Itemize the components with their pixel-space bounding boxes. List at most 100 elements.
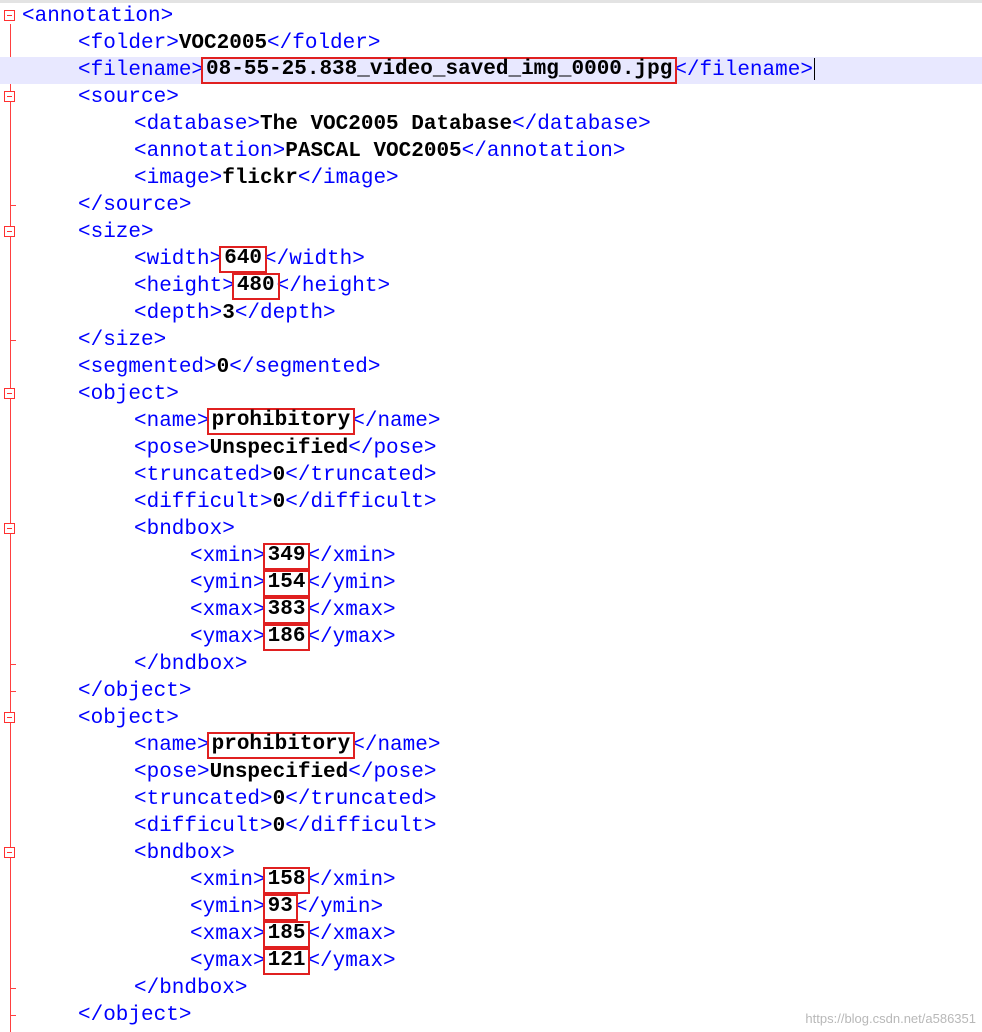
image-value: flickr [222,167,298,190]
fold-minus-icon[interactable] [4,523,15,534]
xml-tag: </filename> [674,59,813,82]
xml-tag: <object> [78,383,179,406]
fold-minus-icon[interactable] [4,226,15,237]
xml-tag: </name> [352,734,441,757]
code-line-difficult[interactable]: <difficult>0</difficult> [0,489,982,516]
truncated-value: 0 [272,788,286,811]
xml-tag: <difficult> [134,491,273,514]
xml-tag: <bndbox> [134,842,235,865]
depth-value: 3 [222,302,235,325]
xml-tag: </difficult> [285,491,437,514]
code-line-source-close[interactable]: </source> [0,192,982,219]
code-line-ymax[interactable]: <ymax>186</ymax> [0,624,982,651]
xml-tag: </object> [78,1004,192,1027]
code-line-pose[interactable]: <pose>Unspecified</pose> [0,759,982,786]
pose-value: Unspecified [209,761,349,784]
xml-editor[interactable]: <annotation> <folder>VOC2005</folder> <f… [0,0,982,1032]
xmax-value: 185 [262,921,311,948]
xml-tag: <annotation> [134,140,286,163]
xml-tag: <pose> [134,437,210,460]
code-line-difficult[interactable]: <difficult>0</difficult> [0,813,982,840]
fold-minus-icon[interactable] [4,388,15,399]
xml-tag: </truncated> [285,464,437,487]
fold-end-marker [10,205,16,206]
xml-tag: </pose> [348,761,437,784]
code-line-bndbox-close[interactable]: </bndbox> [0,975,982,1002]
xml-tag: </size> [78,329,167,352]
xml-tag: <depth> [134,302,223,325]
code-line-database[interactable]: <database>The VOC2005 Database</database… [0,111,982,138]
fold-minus-icon[interactable] [4,712,15,723]
code-line-bndbox-close[interactable]: </bndbox> [0,651,982,678]
code-line-ymin[interactable]: <ymin>93</ymin> [0,894,982,921]
xml-tag: </truncated> [285,788,437,811]
xml-tag: <ymin> [190,896,266,919]
xml-tag: <width> [134,248,223,271]
xml-tag: <source> [78,86,179,109]
code-line-object-open[interactable]: <object> [0,705,982,732]
xml-tag: <name> [134,410,210,433]
code-line-xmax[interactable]: <xmax>185</xmax> [0,921,982,948]
difficult-value: 0 [272,815,286,838]
code-line-size-close[interactable]: </size> [0,327,982,354]
xml-tag: </folder> [267,32,381,55]
xml-tag: </annotation> [461,140,626,163]
fold-minus-icon[interactable] [4,10,15,21]
object-name-value: prohibitory [206,408,356,435]
code-line-object-close[interactable]: </object> [0,678,982,705]
object-name-value: prohibitory [206,732,356,759]
code-line-bndbox-open[interactable]: <bndbox> [0,516,982,543]
code-line-ymax[interactable]: <ymax>121</ymax> [0,948,982,975]
folder-value: VOC2005 [178,32,268,55]
xml-tag: </width> [264,248,365,271]
difficult-value: 0 [272,491,286,514]
code-line-xmin[interactable]: <xmin>349</xmin> [0,543,982,570]
xml-tag: <name> [134,734,210,757]
code-line-annotation-open[interactable]: <annotation> [0,3,982,30]
code-line-filename[interactable]: <filename>08-55-25.838_video_saved_img_0… [0,57,982,84]
xml-tag: <difficult> [134,815,273,838]
code-line-name[interactable]: <name>prohibitory</name> [0,732,982,759]
xml-tag: </xmax> [307,923,396,946]
fold-minus-icon[interactable] [4,847,15,858]
xml-tag: <xmax> [190,923,266,946]
code-line-size-open[interactable]: <size> [0,219,982,246]
code-line-height[interactable]: <height>480</height> [0,273,982,300]
fold-minus-icon[interactable] [4,91,15,102]
xml-tag: <annotation> [22,5,174,28]
xml-tag: <folder> [78,32,179,55]
code-line-truncated[interactable]: <truncated>0</truncated> [0,462,982,489]
code-line-folder[interactable]: <folder>VOC2005</folder> [0,30,982,57]
code-line-pose[interactable]: <pose>Unspecified</pose> [0,435,982,462]
fold-end-marker [10,988,16,989]
ymin-value: 93 [262,894,298,921]
code-line-source-open[interactable]: <source> [0,84,982,111]
code-line-image[interactable]: <image>flickr</image> [0,165,982,192]
watermark-text: https://blog.csdn.net/a586351 [805,1011,976,1026]
code-line-annotation-source[interactable]: <annotation>PASCAL VOC2005</annotation> [0,138,982,165]
xml-tag: <ymin> [190,572,266,595]
xml-tag: <pose> [134,761,210,784]
xml-tag: </ymax> [307,950,396,973]
code-line-xmax[interactable]: <xmax>383</xmax> [0,597,982,624]
text-caret [813,58,815,81]
xml-tag: </image> [297,167,399,190]
segmented-value: 0 [216,356,230,379]
code-line-segmented[interactable]: <segmented>0</segmented> [0,354,982,381]
code-line-width[interactable]: <width>640</width> [0,246,982,273]
fold-end-marker [10,664,16,665]
code-line-bndbox-open[interactable]: <bndbox> [0,840,982,867]
fold-end-marker [10,1015,16,1016]
xml-tag: </ymin> [294,896,384,919]
code-line-truncated[interactable]: <truncated>0</truncated> [0,786,982,813]
ymin-value: 154 [262,570,311,597]
xml-tag: <ymax> [190,626,266,649]
code-line-name[interactable]: <name>prohibitory</name> [0,408,982,435]
code-line-depth[interactable]: <depth>3</depth> [0,300,982,327]
xml-tag: <ymax> [190,950,266,973]
code-line-object-open[interactable]: <object> [0,381,982,408]
xml-tag: <database> [134,113,261,136]
xml-tag: <truncated> [134,464,273,487]
code-line-xmin[interactable]: <xmin>158</xmin> [0,867,982,894]
code-line-ymin[interactable]: <ymin>154</ymin> [0,570,982,597]
